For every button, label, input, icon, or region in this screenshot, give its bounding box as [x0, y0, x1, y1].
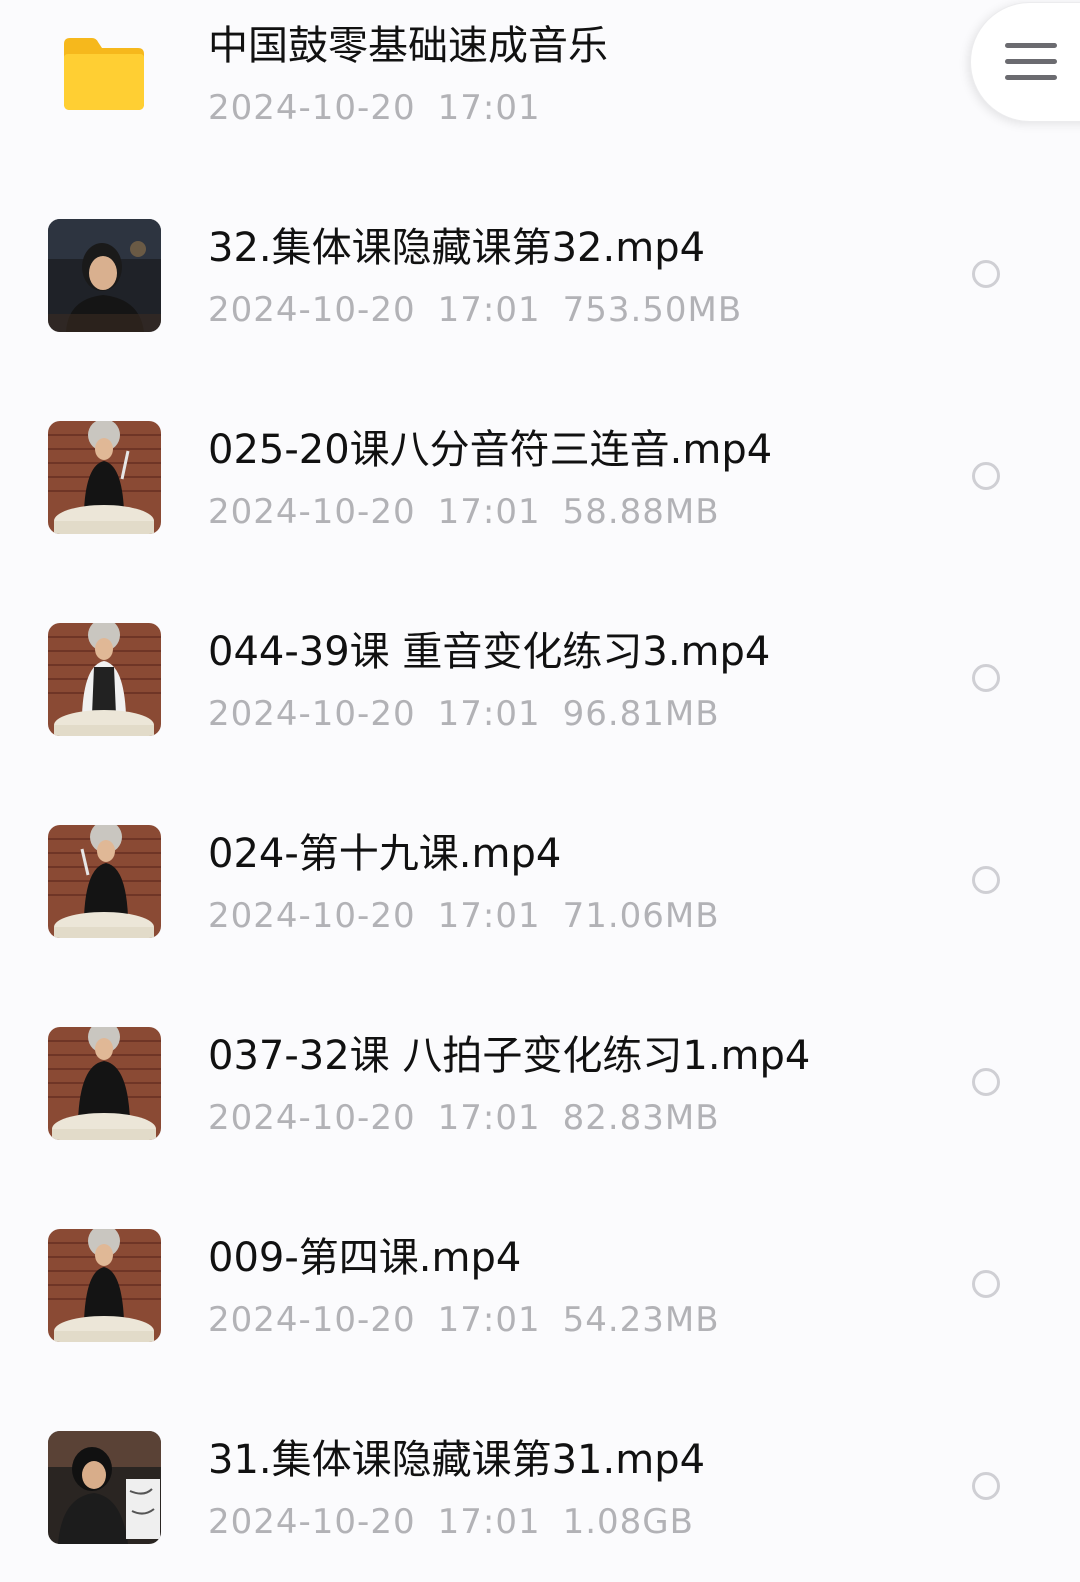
video-thumbnail	[48, 623, 161, 736]
file-date: 2024-10-20	[208, 1502, 416, 1542]
select-radio[interactable]	[972, 866, 1000, 894]
file-date: 2024-10-20	[208, 896, 416, 936]
select-radio[interactable]	[972, 1270, 1000, 1298]
file-name: 025-20课八分音符三连音.mp4	[208, 427, 773, 473]
select-radio[interactable]	[972, 664, 1000, 692]
list-item[interactable]: 32.集体课隐藏课第32.mp4 2024-10-20 17:01 753.50MB	[0, 202, 1080, 352]
select-radio[interactable]	[972, 462, 1000, 490]
file-list: 中国鼓零基础速成音乐 2024-10-20 17:01 32.集体课隐藏课第32.…	[0, 0, 1080, 1582]
file-size: 71.06MB	[562, 896, 720, 936]
list-item[interactable]: 31.集体课隐藏课第31.mp4 2024-10-20 17:01 1.08GB	[0, 1414, 1080, 1564]
file-date: 2024-10-20	[208, 290, 416, 330]
file-name: 31.集体课隐藏课第31.mp4	[208, 1437, 706, 1483]
list-item[interactable]: 024-第十九课.mp4 2024-10-20 17:01 71.06MB	[0, 808, 1080, 958]
file-name: 024-第十九课.mp4	[208, 831, 562, 877]
file-size: 1.08GB	[562, 1502, 694, 1542]
folder-row[interactable]: 中国鼓零基础速成音乐 2024-10-20 17:01	[0, 0, 1080, 150]
file-time: 17:01	[437, 1300, 541, 1340]
file-name: 32.集体课隐藏课第32.mp4	[208, 225, 706, 271]
file-time: 17:01	[437, 694, 541, 734]
select-radio[interactable]	[972, 1068, 1000, 1096]
file-meta: 2024-10-20 17:01 54.23MB	[208, 1300, 742, 1340]
file-name: 009-第四课.mp4	[208, 1235, 522, 1281]
file-meta: 2024-10-20 17:01 96.81MB	[208, 694, 742, 734]
file-time: 17:01	[437, 1502, 541, 1542]
file-meta: 2024-10-20 17:01 1.08GB	[208, 1502, 716, 1542]
file-date: 2024-10-20	[208, 492, 416, 532]
list-item[interactable]: 025-20课八分音符三连音.mp4 2024-10-20 17:01 58.88M…	[0, 404, 1080, 554]
video-thumbnail	[48, 1431, 161, 1544]
file-time: 17:01	[437, 88, 541, 128]
file-time: 17:01	[437, 896, 541, 936]
file-time: 17:01	[437, 492, 541, 532]
file-size: 753.50MB	[562, 290, 743, 330]
list-item[interactable]: 044-39课 重音变化练习3.mp4 2024-10-20 17:01 96.81…	[0, 606, 1080, 756]
file-size: 54.23MB	[562, 1300, 720, 1340]
folder-name: 中国鼓零基础速成音乐	[208, 23, 608, 69]
file-date: 2024-10-20	[208, 694, 416, 734]
file-date: 2024-10-20	[208, 1098, 416, 1138]
file-time: 17:01	[437, 290, 541, 330]
video-thumbnail	[48, 421, 161, 534]
file-name: 037-32课 八拍子变化练习1.mp4	[208, 1033, 811, 1079]
select-radio[interactable]	[972, 1472, 1000, 1500]
file-time: 17:01	[437, 1098, 541, 1138]
video-thumbnail	[48, 1027, 161, 1140]
file-meta: 2024-10-20 17:01 71.06MB	[208, 896, 742, 936]
video-thumbnail	[48, 219, 161, 332]
folder-icon	[64, 38, 144, 110]
file-size: 96.81MB	[562, 694, 720, 734]
video-thumbnail	[48, 1229, 161, 1342]
file-meta: 2024-10-20 17:01 58.88MB	[208, 492, 742, 532]
list-item[interactable]: 037-32课 八拍子变化练习1.mp4 2024-10-20 17:01 82.8…	[0, 1010, 1080, 1160]
file-name: 044-39课 重音变化练习3.mp4	[208, 629, 771, 675]
file-meta: 2024-10-20 17:01 753.50MB	[208, 290, 764, 330]
select-radio[interactable]	[972, 260, 1000, 288]
file-size: 82.83MB	[562, 1098, 720, 1138]
file-date: 2024-10-20	[208, 88, 416, 128]
list-item[interactable]: 009-第四课.mp4 2024-10-20 17:01 54.23MB	[0, 1212, 1080, 1362]
file-date: 2024-10-20	[208, 1300, 416, 1340]
menu-button[interactable]	[970, 2, 1080, 122]
file-size: 58.88MB	[562, 492, 720, 532]
file-meta: 2024-10-20 17:01 82.83MB	[208, 1098, 742, 1138]
video-thumbnail	[48, 825, 161, 938]
folder-meta: 2024-10-20 17:01	[208, 88, 563, 128]
